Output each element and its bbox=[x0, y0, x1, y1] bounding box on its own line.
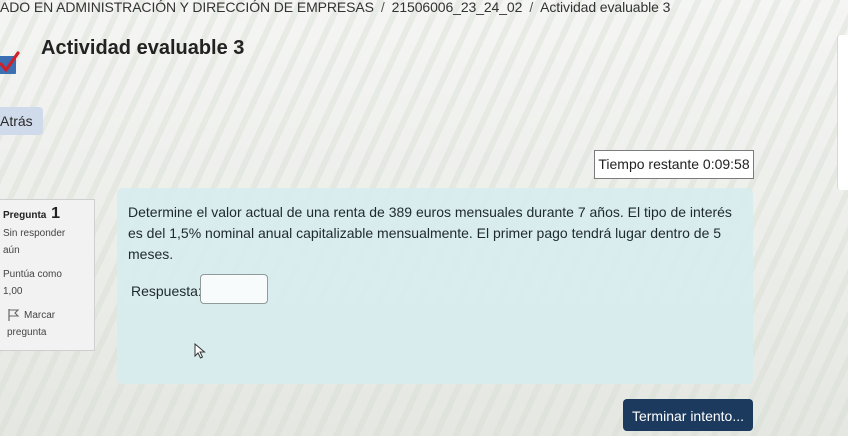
flag-question-button[interactable]: Marcar pregunta bbox=[3, 307, 94, 341]
score-line-2: 1,00 bbox=[3, 286, 23, 297]
flag-line-1: Marcar bbox=[24, 310, 56, 321]
time-remaining: Tiempo restante 0:09:58 bbox=[594, 150, 754, 179]
breadcrumb-separator: / bbox=[380, 0, 385, 15]
question-number-value: 1 bbox=[51, 205, 61, 222]
question-status: Sin responder aún bbox=[3, 225, 94, 259]
page-title: Actividad evaluable 3 bbox=[41, 37, 245, 59]
question-content: Determine el valor actual de una renta d… bbox=[117, 188, 753, 384]
breadcrumb-course[interactable]: ADO EN ADMINISTRACIÓN Y DIRECCIÓN DE EMP… bbox=[0, 0, 374, 15]
question-text: Determine el valor actual de una renta d… bbox=[128, 204, 732, 262]
scrollbar[interactable] bbox=[837, 35, 848, 190]
breadcrumb-group[interactable]: 21506006_23_24_02 bbox=[392, 0, 523, 15]
mouse-cursor-icon bbox=[194, 343, 206, 359]
breadcrumb: ADO EN ADMINISTRACIÓN Y DIRECCIÓN DE EMP… bbox=[0, 0, 848, 19]
flag-line-2: pregunta bbox=[7, 327, 47, 338]
question-number: Pregunta 1 bbox=[3, 205, 94, 224]
finish-attempt-button[interactable]: Terminar intento... bbox=[623, 399, 753, 431]
back-button[interactable]: Atrás bbox=[0, 107, 43, 135]
status-line-1: Sin responder bbox=[3, 228, 66, 239]
answer-label: Respuesta: bbox=[131, 283, 202, 299]
question-label: Pregunta bbox=[3, 210, 47, 221]
quiz-check-icon bbox=[0, 51, 20, 74]
question-score: Puntúa como 1,00 bbox=[3, 266, 94, 300]
status-line-2: aún bbox=[3, 245, 20, 256]
breadcrumb-separator: / bbox=[529, 0, 534, 15]
flag-icon bbox=[8, 309, 20, 321]
answer-input[interactable] bbox=[200, 274, 268, 304]
breadcrumb-activity[interactable]: Actividad evaluable 3 bbox=[540, 0, 670, 15]
score-line-1: Puntúa como bbox=[3, 269, 62, 280]
question-info-panel: Pregunta 1 Sin responder aún Puntúa como… bbox=[0, 199, 95, 351]
